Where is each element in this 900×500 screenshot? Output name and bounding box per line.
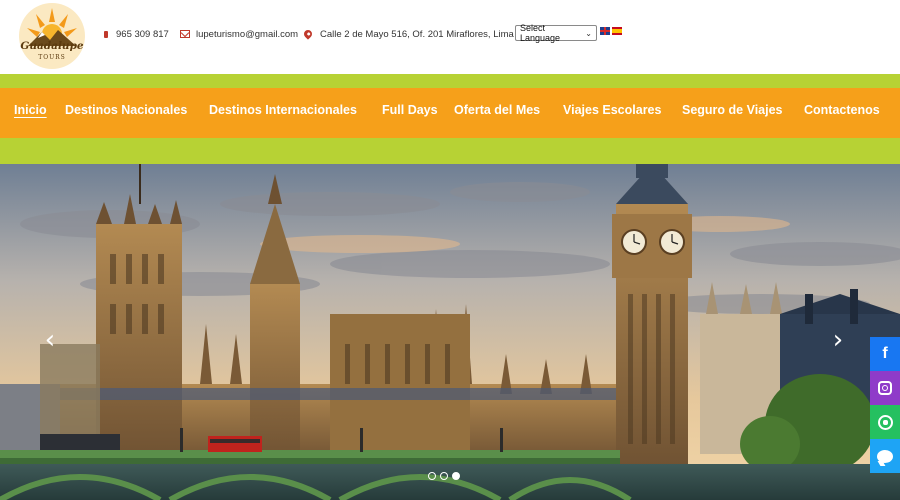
uk-flag-icon[interactable] xyxy=(600,27,610,35)
hero-image-london xyxy=(0,164,900,500)
green-band-bottom xyxy=(0,138,900,164)
header-email[interactable]: lupeturismo@gmail.com xyxy=(180,27,298,41)
chevron-down-icon: ⌄ xyxy=(585,28,592,38)
facebook-icon: f xyxy=(882,345,888,362)
language-select-value: Select Language xyxy=(520,23,561,43)
nav-item-destinos-nacionales[interactable]: Destinos Nacionales xyxy=(65,103,187,117)
address-text: Calle 2 de Mayo 516, Of. 201 Miraflores,… xyxy=(320,28,514,40)
nav-item-viajes-escolares[interactable]: Viajes Escolares xyxy=(563,103,661,117)
logo-sub: TOURS xyxy=(38,54,66,61)
whatsapp-icon xyxy=(877,414,893,430)
nav-item-seguro-de-viajes[interactable]: Seguro de Viajes xyxy=(682,103,783,117)
slider-dots xyxy=(428,472,460,480)
nav-item-full-days[interactable]: Full Days xyxy=(382,103,438,117)
green-band-top xyxy=(0,74,900,88)
phone-text: 965 309 817 xyxy=(116,28,169,40)
instagram-button[interactable] xyxy=(870,371,900,405)
nav-item-oferta-del-mes[interactable]: Oferta del Mes xyxy=(454,103,540,117)
facebook-button[interactable]: f xyxy=(870,337,900,371)
slider-dot-3[interactable] xyxy=(452,472,460,480)
nav-item-contactenos[interactable]: Contactenos xyxy=(804,103,880,117)
phone-icon xyxy=(104,30,108,38)
nav-item-inicio[interactable]: Inicio xyxy=(14,103,47,117)
messenger-button[interactable] xyxy=(870,439,900,473)
slider-prev-arrow-icon[interactable]: ‹ xyxy=(40,327,60,353)
header-phone[interactable]: 965 309 817 xyxy=(104,27,169,41)
site-logo[interactable]: Guadalupe TOURS xyxy=(18,2,86,70)
instagram-icon xyxy=(878,381,892,395)
envelope-icon xyxy=(180,30,190,38)
email-text: lupeturismo@gmail.com xyxy=(196,28,299,40)
map-pin-icon xyxy=(302,28,314,40)
nav-item-destinos-internacionales[interactable]: Destinos Internacionales xyxy=(209,103,357,117)
top-bar: Guadalupe TOURS 965 309 817 lupeturismo@… xyxy=(0,0,900,74)
slider-dot-2[interactable] xyxy=(440,472,448,480)
whatsapp-button[interactable] xyxy=(870,405,900,439)
header-address: Calle 2 de Mayo 516, Of. 201 Miraflores,… xyxy=(302,27,514,41)
language-select[interactable]: Select Language ⌄ xyxy=(515,23,597,43)
hero-slider[interactable] xyxy=(0,164,900,500)
slider-next-arrow-icon[interactable]: › xyxy=(828,327,848,353)
logo-brand: Guadalupe xyxy=(20,40,84,52)
spain-flag-icon[interactable] xyxy=(612,27,622,35)
messenger-icon xyxy=(877,449,893,463)
slider-dot-1[interactable] xyxy=(428,472,436,480)
